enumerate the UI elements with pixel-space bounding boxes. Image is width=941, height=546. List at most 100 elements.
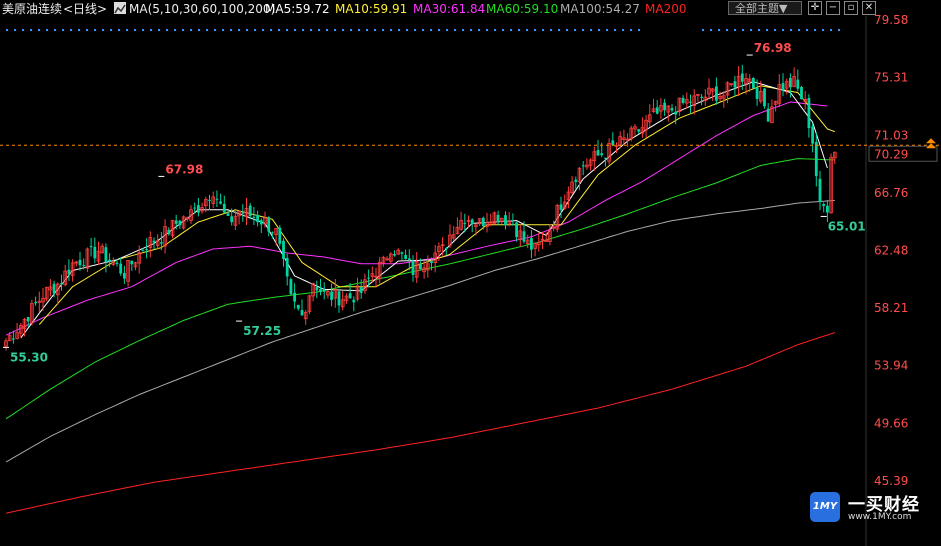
grid-dot: [38, 29, 40, 31]
grid-dot: [366, 29, 368, 31]
ma-icon[interactable]: [114, 2, 126, 14]
candle-down: [82, 264, 86, 266]
y-tick-label: 75.31: [874, 71, 908, 85]
grid-dot: [494, 29, 496, 31]
period-label[interactable]: <日线>: [63, 0, 107, 18]
grid-dot: [254, 29, 256, 31]
candle-down: [352, 299, 356, 303]
grid-dot: [14, 29, 16, 31]
grid-dot: [70, 29, 72, 31]
candle-down: [119, 263, 123, 274]
grid-dot: [606, 29, 608, 31]
y-tick-label: 66.76: [874, 186, 908, 200]
candle-down: [733, 81, 737, 88]
brand-watermark: 1MY 一买财经 www.1MY.com: [810, 490, 935, 528]
annotation-label: 67.98: [165, 162, 203, 176]
candle-down: [807, 98, 811, 129]
theme-select[interactable]: 全部主题▼: [728, 1, 802, 15]
annotation-label: 57.25: [243, 324, 281, 338]
grid-dot: [766, 29, 768, 31]
price-chart[interactable]: 79.5875.3171.0366.7662.4858.2153.9449.66…: [0, 0, 941, 546]
grid-dot: [822, 29, 824, 31]
candle-down: [322, 289, 326, 292]
candle-down: [167, 229, 171, 235]
y-tick-label: 71.03: [874, 128, 908, 142]
close-icon[interactable]: ✕: [862, 1, 876, 15]
grid-dot: [726, 29, 728, 31]
legend-ma30: MA30:61.84: [413, 2, 486, 16]
grid-dot: [750, 29, 752, 31]
grid-dot: [430, 29, 432, 31]
candle-down: [611, 140, 615, 146]
grid-dot: [30, 29, 32, 31]
candle-down: [174, 220, 178, 224]
candle-down: [814, 141, 818, 177]
candle-down: [178, 220, 182, 226]
grid-dot: [294, 29, 296, 31]
candle-down: [740, 73, 744, 82]
candle-down: [278, 227, 282, 244]
grid-dot: [326, 29, 328, 31]
grid-dot: [334, 29, 336, 31]
grid-dot: [534, 29, 536, 31]
candle-down: [296, 304, 300, 309]
brand-logo-icon: 1MY: [810, 492, 840, 522]
candle-down: [34, 301, 37, 304]
candle-down: [123, 272, 126, 279]
grid-dot: [406, 29, 408, 31]
grid-dot: [398, 29, 400, 31]
candle-down: [130, 260, 134, 265]
candle-down: [393, 254, 396, 256]
restore-icon[interactable]: ▫: [844, 1, 858, 15]
candle-down: [481, 217, 485, 227]
candle-down: [60, 283, 63, 285]
grid-dot: [830, 29, 832, 31]
candle-down: [419, 263, 422, 270]
candle-down: [400, 252, 404, 254]
grid-dot: [798, 29, 800, 31]
grid-dot: [286, 29, 288, 31]
grid-dot: [62, 29, 64, 31]
grid-dot: [414, 29, 416, 31]
candle-down: [215, 198, 219, 200]
grid-dot: [230, 29, 232, 31]
candle-down: [282, 240, 285, 259]
crosshair-icon[interactable]: ✛: [808, 1, 822, 15]
grid-dot: [710, 29, 712, 31]
candle-down: [52, 283, 56, 294]
grid-dot: [574, 29, 576, 31]
candle-down: [789, 77, 792, 88]
grid-dot: [142, 29, 144, 31]
grid-dot: [190, 29, 192, 31]
grid-dot: [150, 29, 152, 31]
grid-dot: [438, 29, 440, 31]
y-tick-label: 58.21: [874, 301, 908, 315]
candle-down: [470, 219, 474, 225]
y-tick-label: 53.94: [874, 359, 908, 373]
candle-down: [300, 310, 304, 316]
series-line-ma200: [5, 332, 835, 514]
grid-dot: [718, 29, 720, 31]
candle-down: [319, 289, 322, 293]
series-line-ma60: [5, 158, 835, 420]
grid-dot: [806, 29, 808, 31]
legend-ma5: MA5:59.72: [265, 2, 330, 16]
candle-down: [604, 157, 607, 159]
annotation-label: 65.01: [828, 219, 866, 233]
grid-dot: [454, 29, 456, 31]
grid-dot: [246, 29, 248, 31]
grid-dot: [110, 29, 112, 31]
brand-url: www.1MY.com: [848, 512, 912, 522]
minus-icon[interactable]: −: [826, 1, 840, 15]
grid-dot: [526, 29, 528, 31]
candle-down: [26, 317, 30, 322]
candle-down: [208, 199, 211, 201]
grid-dot: [214, 29, 216, 31]
grid-dot: [6, 29, 8, 31]
candle-down: [89, 246, 93, 248]
candle-down: [670, 107, 674, 111]
candle-down: [193, 207, 197, 209]
grid-dot: [598, 29, 600, 31]
candle-down: [700, 96, 703, 98]
grid-dot: [838, 29, 840, 31]
